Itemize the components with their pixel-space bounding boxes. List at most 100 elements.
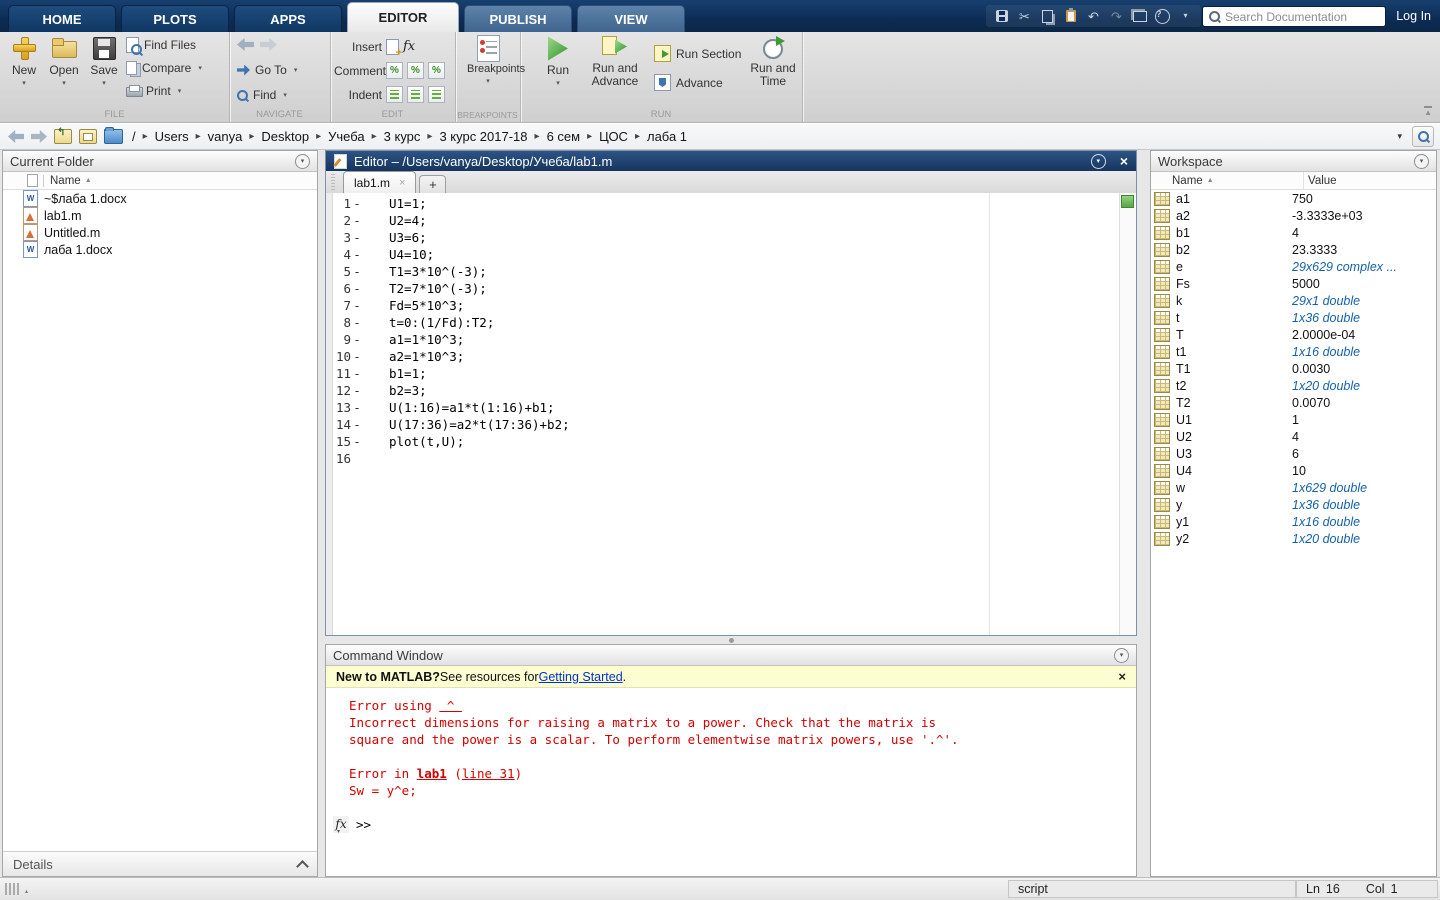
open-button[interactable]: Open ▾ [44,35,84,87]
go-to-dropdown-icon[interactable]: ▾ [294,66,298,74]
browse-folder-icon[interactable] [79,129,97,144]
breadcrumb-segment[interactable]: Учеба [326,129,367,144]
breadcrumb-segment[interactable]: Desktop [259,129,311,144]
new-dropdown-icon[interactable]: ▾ [4,79,44,87]
command-prompt-row[interactable]: fx >> [349,816,1136,833]
quick-save-icon[interactable] [996,10,1008,22]
qat-dropdown-icon[interactable]: ▾ [1178,8,1193,24]
run-button[interactable]: Run ▾ [538,35,578,87]
copy-icon[interactable] [1042,10,1053,23]
code-analyzer-indicator[interactable] [1121,195,1134,208]
workspace-row[interactable]: b1 4 [1151,224,1436,241]
editor-tab-lab1[interactable]: lab1.m × [343,171,416,193]
find-button[interactable]: Find ▾ [237,87,287,103]
current-folder-menu-icon[interactable]: ▾ [295,154,310,169]
code-line[interactable]: 9 - a1=1*10^3; [333,331,1119,348]
code-line[interactable]: 3 - U3=6; [333,229,1119,246]
print-dropdown-icon[interactable]: ▾ [178,87,182,95]
workspace-row[interactable]: a1 750 [1151,190,1436,207]
code-editor[interactable]: 1 - U1=1; 2 - U2=4; 3 - U3=6; [326,193,1136,635]
workspace-row[interactable]: t 1x36 double [1151,309,1436,326]
run-dropdown-icon[interactable]: ▾ [538,79,578,87]
indent-left-icon[interactable] [428,86,445,103]
workspace-row[interactable]: a2 -3.3333e+03 [1151,207,1436,224]
log-in-button[interactable]: Log In [1396,9,1431,23]
command-window-menu-icon[interactable]: ▾ [1114,648,1129,663]
caret-operator-link[interactable]: ^ [439,698,462,713]
breadcrumb-segment[interactable]: 3 курс [382,129,423,144]
cut-icon[interactable]: ✂ [1017,8,1032,24]
code-line[interactable]: 13 - U(1:16)=a1*t(1:16)+b1; [333,399,1119,416]
file-item[interactable]: ~$лаба 1.docx [3,190,317,207]
paste-icon[interactable] [1066,10,1076,22]
workspace-row[interactable]: U1 1 [1151,411,1436,428]
uncomment-icon[interactable]: % [407,62,424,79]
breadcrumb-segment[interactable]: ЦОС [597,129,630,144]
path-dropdown-icon[interactable]: ▾ [1397,131,1402,142]
workspace-row[interactable]: b2 23.3333 [1151,241,1436,258]
workspace-row[interactable]: w 1x629 double [1151,479,1436,496]
file-item[interactable]: лаба 1.docx [3,241,317,258]
search-documentation-box[interactable]: Search Documentation [1202,6,1386,27]
file-item[interactable]: Untitled.m [3,224,317,241]
open-dropdown-icon[interactable]: ▾ [44,79,84,87]
compare-dropdown-icon[interactable]: ▾ [198,64,202,72]
code-line[interactable]: 14 - U(17:36)=a2*t(17:36)+b2; [333,416,1119,433]
save-button[interactable]: Save ▾ [84,35,124,87]
workspace-row[interactable]: y1 1x16 double [1151,513,1436,530]
insert-section-icon[interactable] [386,39,399,55]
workspace-row[interactable]: y2 1x20 double [1151,530,1436,547]
code-line[interactable]: 16 [333,450,1119,467]
advance-button[interactable]: Advance [654,74,723,91]
forward-icon[interactable] [260,38,277,51]
details-bar[interactable]: Details [3,851,317,876]
file-item[interactable]: lab1.m [3,207,317,224]
workspace-row[interactable]: U3 6 [1151,445,1436,462]
editor-command-splitter[interactable] [325,637,1137,644]
nav-forward-icon[interactable] [31,130,47,143]
breakpoint-alley[interactable] [326,193,333,635]
tab-bar-grip[interactable] [331,174,335,190]
workspace-row[interactable]: U2 4 [1151,428,1436,445]
workspace-menu-icon[interactable]: ▾ [1414,154,1429,169]
code-line[interactable]: 15 - plot(t,U); [333,433,1119,450]
comment-icon[interactable]: % [386,62,403,79]
run-and-time-button[interactable]: Run and Time [748,35,798,88]
help-icon[interactable]: ? [1155,9,1170,24]
back-icon[interactable] [237,38,254,51]
find-dropdown-icon[interactable]: ▾ [283,91,287,99]
workspace-row[interactable]: e 29x629 complex ... [1151,258,1436,275]
current-folder-icon[interactable] [104,129,123,144]
nav-back-icon[interactable] [8,130,24,143]
lab1-link[interactable]: lab1 [417,766,447,781]
compare-button[interactable]: Compare ▾ [126,60,202,76]
layout-icon[interactable] [1133,11,1147,22]
breadcrumb-segment[interactable]: 6 сем [545,129,583,144]
breadcrumb-segment[interactable]: vanya [206,129,245,144]
tab-close-icon[interactable]: × [399,177,405,189]
code-line[interactable]: 2 - U2=4; [333,212,1119,229]
save-dropdown-icon[interactable]: ▾ [84,79,124,87]
workspace-row[interactable]: T2 0.0070 [1151,394,1436,411]
ribbon-tab[interactable]: VIEW [577,5,685,32]
fx-prompt-icon[interactable]: fx [333,816,349,833]
smart-indent-icon[interactable] [386,86,403,103]
wrap-comments-icon[interactable]: % [428,62,445,79]
ribbon-tab[interactable]: EDITOR [347,2,459,32]
go-to-button[interactable]: Go To ▾ [237,62,297,78]
workspace-row[interactable]: k 29x1 double [1151,292,1436,309]
breadcrumb-segment[interactable]: / [130,129,138,144]
breadcrumb-segment[interactable]: лаба 1 [645,129,689,144]
command-output[interactable]: Error using ^ Incorrect dimensions for r… [326,688,1136,833]
insert-function-icon[interactable]: fx [403,39,415,54]
workspace-row[interactable]: T1 0.0030 [1151,360,1436,377]
line-31-link[interactable]: line 31 [462,766,515,781]
ribbon-tab[interactable]: PUBLISH [464,5,572,32]
search-folder-button[interactable] [1412,126,1434,147]
indent-right-icon[interactable] [407,86,424,103]
minimize-ribbon-icon[interactable]: ▲ [1424,106,1432,117]
redo-icon[interactable]: ↷ [1109,8,1124,24]
editor-close-icon[interactable]: × [1120,154,1128,168]
code-line[interactable]: 6 - T2=7*10^(-3); [333,280,1119,297]
code-line[interactable]: 11 - b1=1; [333,365,1119,382]
